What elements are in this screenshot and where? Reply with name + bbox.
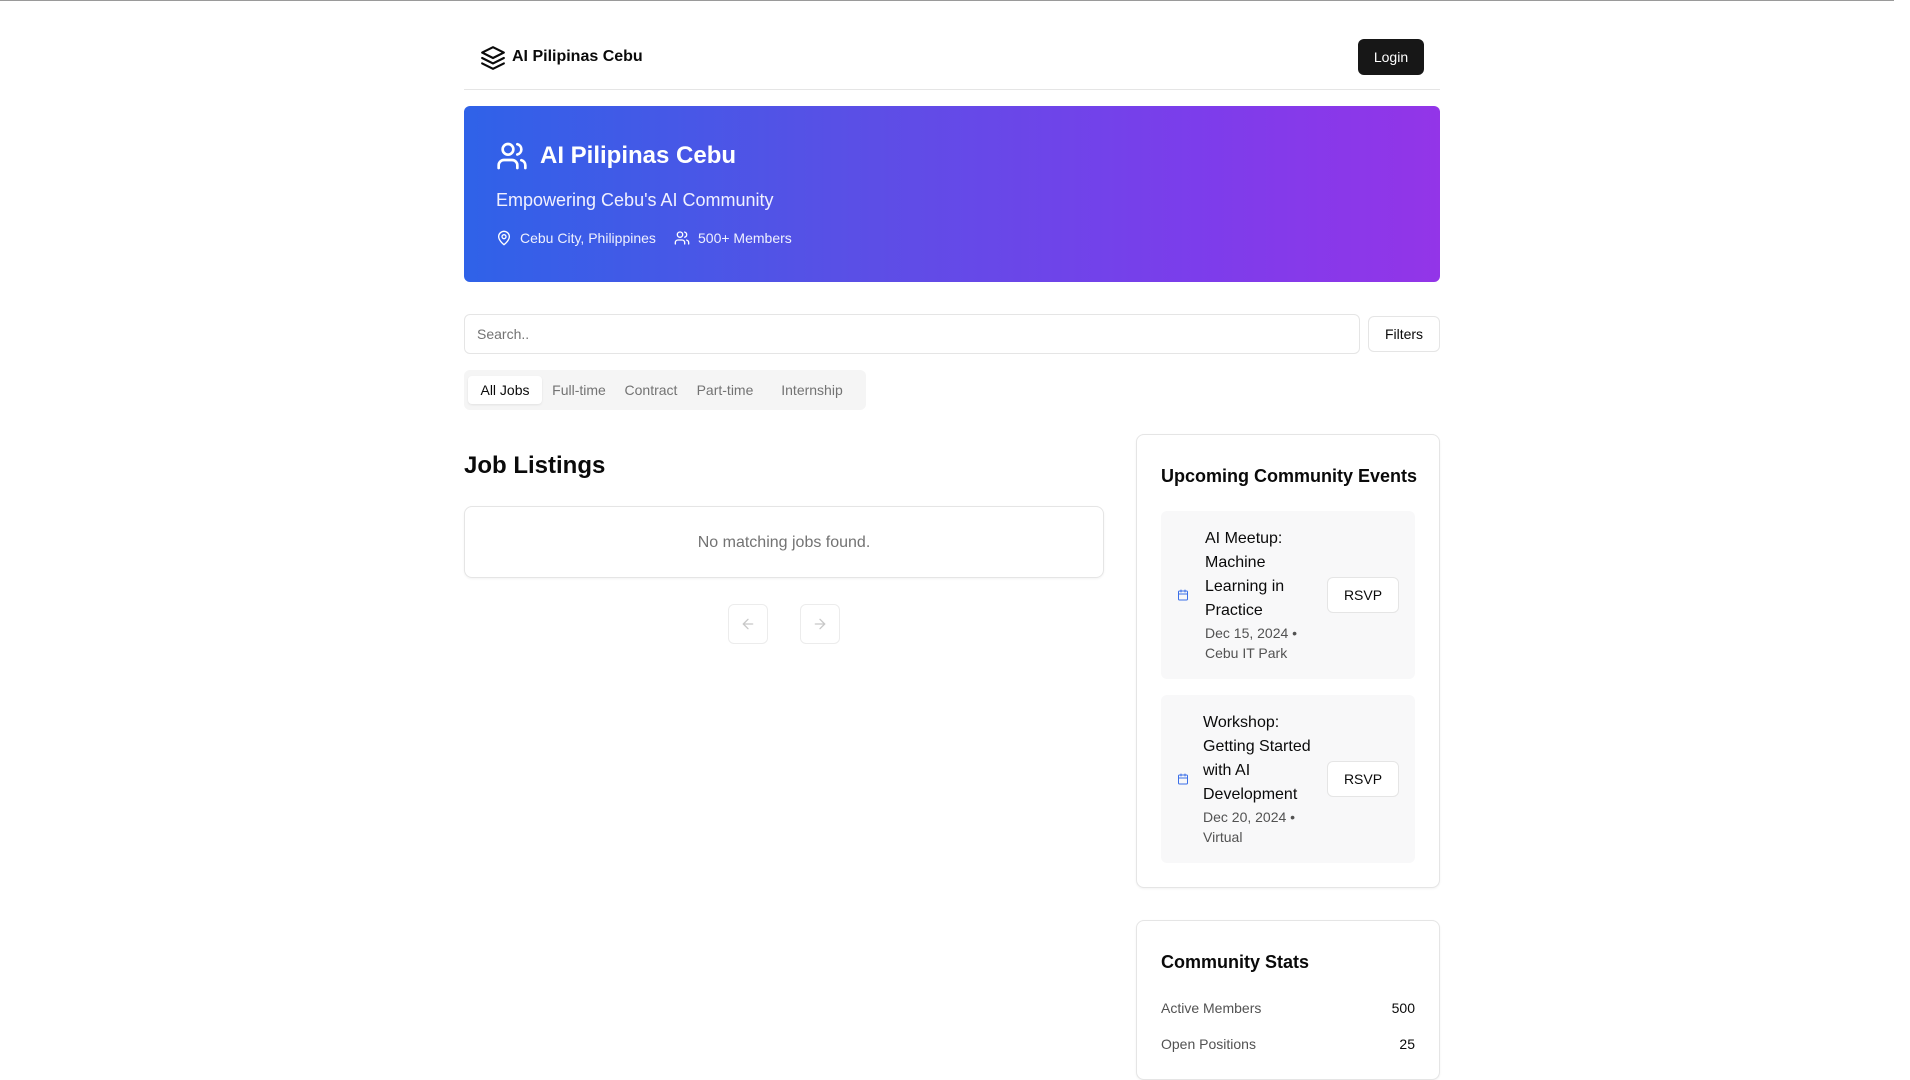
event-meta: Dec 15, 2024 • Cebu IT Park — [1205, 625, 1298, 661]
event-name: AI Meetup: Machine Learning in Practice — [1205, 530, 1285, 619]
login-button[interactable]: Login — [1358, 39, 1424, 75]
community-stats-card: Community Stats Active Members 500 Open … — [1136, 920, 1440, 1080]
layers-logo-icon — [481, 46, 505, 70]
job-listings-heading: Job Listings — [464, 452, 606, 479]
tab-internship[interactable]: Internship — [764, 376, 860, 404]
arrow-left-icon — [742, 618, 754, 630]
next-page-button[interactable] — [800, 604, 840, 644]
filters-button[interactable]: Filters — [1368, 316, 1440, 352]
tab-full-time[interactable]: Full-time — [544, 376, 614, 404]
hero-title: AI Pilipinas Cebu — [540, 142, 737, 169]
empty-jobs-message: No matching jobs found. — [697, 534, 871, 551]
tab-contract[interactable]: Contract — [616, 376, 686, 404]
hero-location-text: Cebu City, Philippines — [520, 230, 656, 246]
site-brand[interactable]: AI Pilipinas Cebu — [512, 48, 643, 66]
event-item: Workshop: Getting Started with AI Develo… — [1161, 695, 1415, 863]
stats-heading: Community Stats — [1161, 952, 1310, 972]
hero-location: Cebu City, Philippines — [496, 230, 656, 246]
stat-label: Active Members — [1161, 1000, 1262, 1016]
event-meta: Dec 20, 2024 • Virtual — [1203, 809, 1296, 845]
calendar-icon — [1178, 773, 1188, 785]
page-scrollbar[interactable] — [1894, 0, 1910, 1064]
search-input[interactable] — [464, 314, 1360, 354]
empty-jobs-card: No matching jobs found. — [464, 506, 1104, 578]
stat-label: Open Positions — [1161, 1036, 1256, 1052]
previous-page-button[interactable] — [728, 604, 768, 644]
rsvp-button[interactable]: RSVP — [1327, 761, 1399, 797]
rsvp-button[interactable]: RSVP — [1327, 577, 1399, 613]
map-pin-icon — [498, 230, 510, 246]
hero-subtitle: Empowering Cebu's AI Community — [496, 190, 774, 210]
community-hero-banner: AI Pilipinas Cebu Empowering Cebu's AI C… — [464, 106, 1440, 282]
site-header: AI Pilipinas Cebu Login — [464, 0, 1440, 90]
hero-members-text: 500+ Members — [698, 230, 792, 246]
users-icon — [497, 142, 527, 170]
calendar-icon — [1178, 589, 1188, 601]
arrow-right-icon — [814, 618, 826, 630]
upcoming-events-card: Upcoming Community Events AI Meetup: Mac… — [1136, 434, 1440, 888]
tab-all-jobs[interactable]: All Jobs — [468, 376, 542, 404]
stat-value: 500 — [1391, 1000, 1415, 1016]
hero-members: 500+ Members — [674, 230, 792, 246]
stat-value: 25 — [1399, 1036, 1415, 1052]
event-item: AI Meetup: Machine Learning in Practice … — [1161, 511, 1415, 679]
event-name: Workshop: Getting Started with AI Develo… — [1203, 714, 1311, 803]
tab-part-time[interactable]: Part-time — [688, 376, 762, 404]
users-small-icon — [674, 231, 690, 245]
events-heading: Upcoming Community Events — [1161, 466, 1418, 486]
job-type-tabs: All Jobs Full-time Contract Part-time In… — [464, 370, 866, 410]
